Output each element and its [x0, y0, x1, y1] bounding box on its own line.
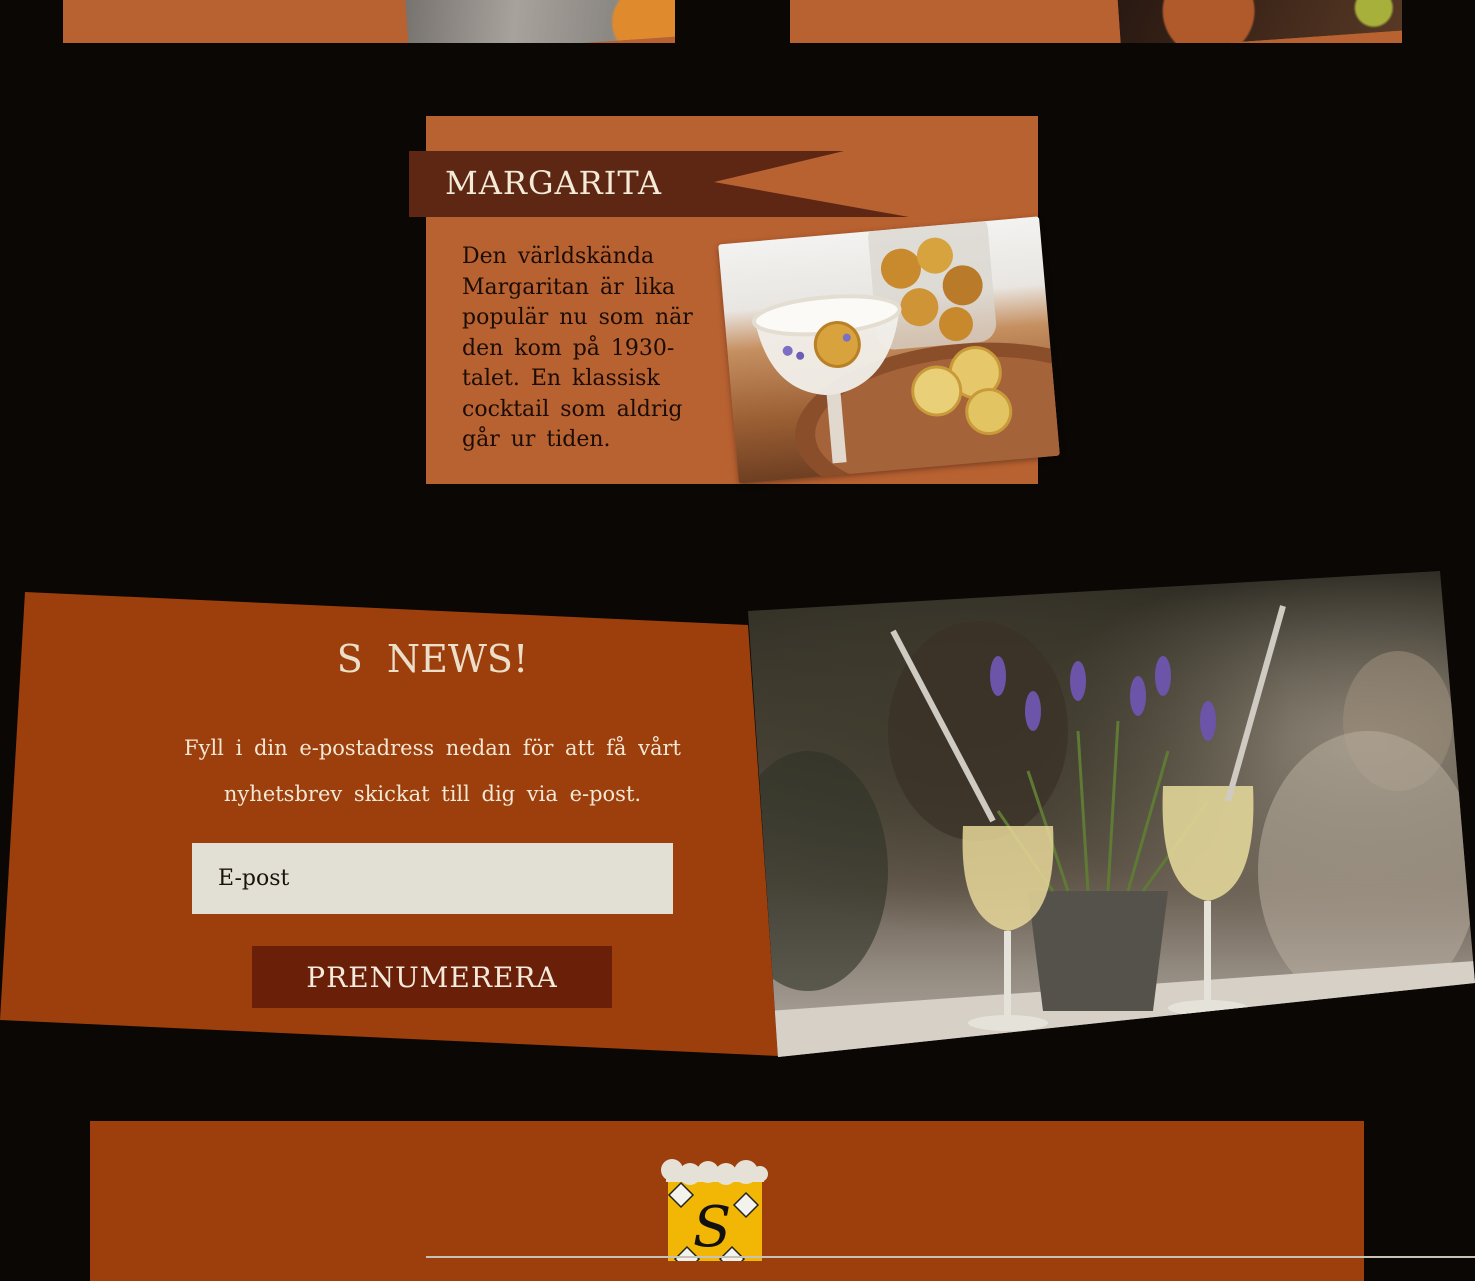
cocktail-table-illustration [748, 605, 1475, 1057]
divider [426, 1256, 1475, 1258]
drink-photo [1109, 0, 1402, 43]
margarita-illustration [751, 216, 1060, 484]
subscribe-button[interactable]: PRENUMERERA [252, 946, 612, 1008]
email-field[interactable] [192, 843, 673, 914]
logo-letter: S [693, 1195, 731, 1260]
drink-photo [397, 0, 675, 43]
margarita-title: MARGARITA [445, 164, 663, 202]
margarita-photo [718, 216, 1060, 484]
newsletter-title: S NEWS! [336, 637, 529, 681]
drink-card-top-right [790, 0, 1402, 43]
newsletter-text: Fyll i din e-postadress nedan för att få… [184, 736, 681, 806]
drink-card-top-left [63, 0, 675, 43]
newsletter-photo [748, 571, 1475, 1057]
beer-glass-logo-icon: S [661, 1159, 768, 1273]
margarita-description: Den världskända Margaritan är lika popul… [462, 244, 693, 452]
logo[interactable]: S [656, 1156, 768, 1273]
